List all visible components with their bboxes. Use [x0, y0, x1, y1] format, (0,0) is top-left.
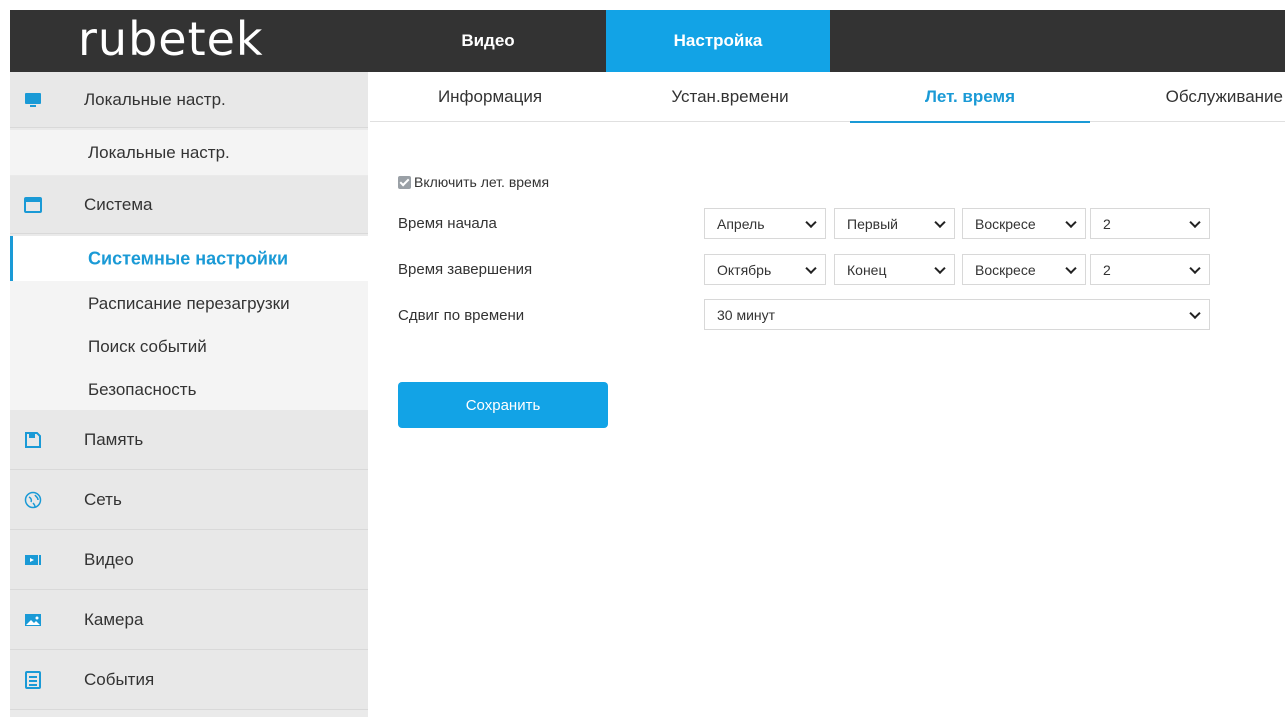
tab-time-settings[interactable]: Устан.времени	[610, 72, 850, 122]
enable-dst-label: Включить лет. время	[414, 174, 550, 190]
start-month-select[interactable]: Апрель	[704, 208, 826, 239]
tab-information[interactable]: Информация	[370, 72, 610, 122]
sidebar-item-label: Сеть	[84, 489, 122, 509]
chevron-down-icon	[1065, 262, 1077, 274]
start-week-select[interactable]: Первый	[834, 208, 955, 239]
start-day-value: Воскресе	[975, 215, 1036, 232]
chevron-down-icon	[805, 216, 817, 228]
start-week-value: Первый	[847, 215, 898, 232]
top-bar: rubetek Видео Настройка	[10, 10, 1285, 72]
enable-dst-row[interactable]: Включить лет. время	[398, 172, 549, 192]
end-hour-value: 2	[1103, 261, 1111, 278]
sidebar-subitem-label: Системные настройки	[88, 248, 289, 268]
start-day-select[interactable]: Воскресе	[962, 208, 1086, 239]
sidebar-item-label: Локальные настр.	[84, 89, 226, 109]
chevron-down-icon	[934, 216, 946, 228]
time-offset-value: 30 минут	[717, 306, 776, 323]
sidebar-subitem-label: Расписание перезагрузки	[88, 293, 290, 313]
end-day-value: Воскресе	[975, 261, 1036, 278]
sidebar-item-local[interactable]: Локальные настр.	[10, 72, 368, 128]
top-tab-settings[interactable]: Настройка	[606, 10, 830, 72]
rubetek-logo: rubetek	[78, 12, 264, 66]
sidebar-item-storage[interactable]: Память	[10, 410, 368, 470]
sidebar-item-label: Видео	[84, 549, 134, 569]
time-offset-select[interactable]: 30 минут	[704, 299, 1210, 330]
sidebar-item-label: События	[84, 669, 155, 689]
tab-dst[interactable]: Лет. время	[850, 72, 1090, 123]
end-week-select[interactable]: Конец	[834, 254, 955, 285]
start-hour-value: 2	[1103, 215, 1111, 232]
list-icon	[25, 670, 41, 689]
sidebar-item-video[interactable]: Видео	[10, 530, 368, 590]
end-month-select[interactable]: Октябрь	[704, 254, 826, 285]
video-icon	[25, 554, 41, 565]
chevron-down-icon	[1189, 307, 1201, 319]
start-time-label: Время начала	[398, 215, 497, 232]
sidebar-subitem-system-settings[interactable]: Системные настройки	[10, 236, 368, 281]
sidebar-subitem-reboot-schedule[interactable]: Расписание перезагрузки	[10, 281, 368, 326]
sidebar-subitem-label: Безопасность	[88, 379, 197, 399]
sidebar-item-label: Камера	[84, 609, 144, 629]
end-time-label: Время завершения	[398, 261, 533, 278]
globe-icon	[24, 491, 42, 508]
end-week-value: Конец	[847, 261, 887, 278]
start-month-value: Апрель	[717, 215, 765, 232]
end-day-select[interactable]: Воскресе	[962, 254, 1086, 285]
chevron-down-icon	[934, 262, 946, 274]
sidebar-subitem-security[interactable]: Безопасность	[10, 367, 368, 412]
sidebar-subitem-local[interactable]: Локальные настр.	[10, 130, 368, 175]
settings-tabs: Информация Устан.времени Лет. время Обсл…	[370, 72, 1285, 123]
chevron-down-icon	[1189, 262, 1201, 274]
sidebar-subitem-label: Локальные настр.	[88, 142, 230, 162]
floppy-icon	[25, 431, 41, 448]
sidebar-item-system[interactable]: Система	[10, 176, 368, 234]
sidebar-item-camera[interactable]: Камера	[10, 590, 368, 650]
time-offset-label: Сдвиг по времени	[398, 307, 525, 324]
end-hour-select[interactable]: 2	[1090, 254, 1210, 285]
top-tab-video[interactable]: Видео	[370, 10, 606, 72]
start-hour-select[interactable]: 2	[1090, 208, 1210, 239]
window-icon	[24, 196, 42, 213]
sidebar-item-label: Система	[84, 194, 153, 214]
sidebar-subitem-event-search[interactable]: Поиск событий	[10, 324, 368, 369]
sidebar-item-network[interactable]: Сеть	[10, 470, 368, 530]
sidebar-item-events[interactable]: События	[10, 650, 368, 710]
monitor-icon	[25, 92, 41, 107]
enable-dst-checkbox[interactable]	[398, 175, 411, 189]
save-button[interactable]: Сохранить	[398, 382, 608, 428]
end-month-value: Октябрь	[717, 261, 772, 278]
chevron-down-icon	[1065, 216, 1077, 228]
sidebar: Локальные настр. Локальные настр. Систем…	[10, 72, 368, 717]
chevron-down-icon	[1189, 216, 1201, 228]
chevron-down-icon	[805, 262, 817, 274]
sidebar-subitem-label: Поиск событий	[88, 336, 207, 356]
sidebar-item-label: Память	[84, 429, 144, 449]
image-icon	[25, 613, 41, 626]
tab-maintenance[interactable]: Обслуживание	[1090, 72, 1285, 122]
